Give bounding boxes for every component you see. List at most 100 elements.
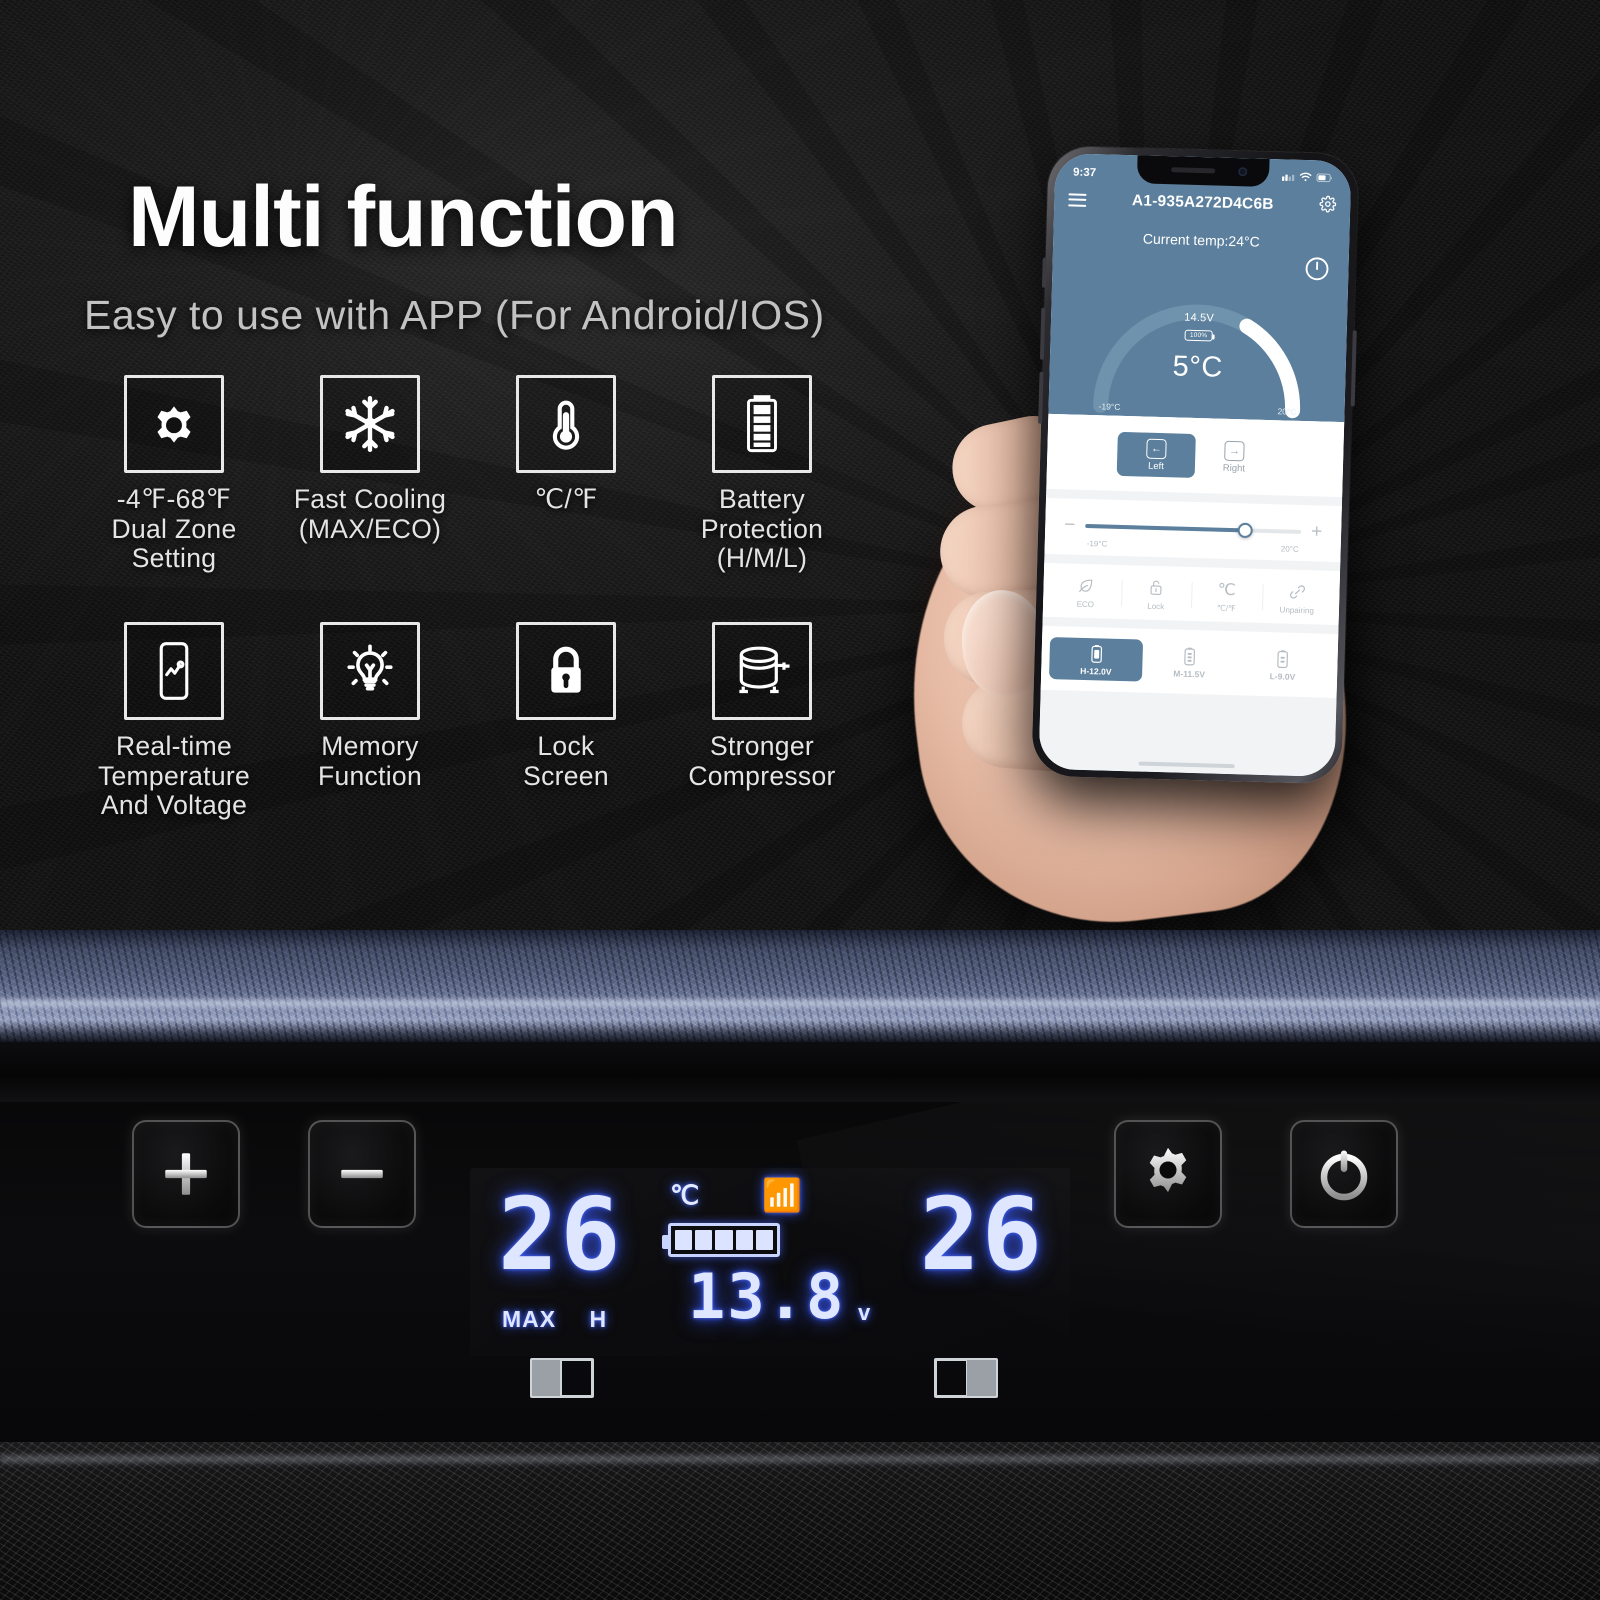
home-indicator bbox=[1138, 761, 1235, 769]
page-title: Multi function bbox=[128, 169, 679, 265]
battery-full-icon bbox=[1049, 642, 1143, 666]
gear-icon[interactable] bbox=[1319, 195, 1337, 217]
lcd-mode-row: MAX H bbox=[502, 1306, 607, 1333]
temperature-slider[interactable] bbox=[1085, 522, 1302, 538]
snowflake-icon bbox=[339, 393, 401, 455]
shadow-band bbox=[0, 1042, 1600, 1102]
voltage-level-high[interactable]: H-12.0V bbox=[1048, 637, 1144, 682]
lock-icon bbox=[539, 642, 593, 700]
zone-tab-label: Right bbox=[1222, 462, 1246, 475]
phone-chart-icon bbox=[155, 640, 193, 702]
feature-icon-box bbox=[320, 622, 420, 721]
feature-lock-screen: Lock Screen bbox=[468, 622, 664, 821]
plus-icon[interactable]: + bbox=[1310, 521, 1324, 542]
earpiece-speaker bbox=[1171, 167, 1216, 174]
feature-label: Lock Screen bbox=[523, 731, 609, 791]
feature-memory-function: Memory Function bbox=[272, 622, 468, 821]
feature-icon-box bbox=[320, 375, 420, 473]
feature-fast-cooling: Fast Cooling (MAX/ECO) bbox=[272, 375, 468, 574]
lcd-left-temp: 26 bbox=[498, 1176, 623, 1293]
feature-temp-unit: ℃/℉ bbox=[468, 375, 664, 574]
device-name: A1-935A272D4C6B bbox=[1131, 192, 1274, 214]
voltage-level-mid[interactable]: M-11.5V bbox=[1142, 640, 1236, 685]
minus-icon bbox=[341, 1169, 383, 1179]
status-icons bbox=[1281, 171, 1333, 185]
feature-icon-box bbox=[712, 375, 812, 473]
phone-notch bbox=[1136, 155, 1270, 187]
function-lock[interactable]: Lock bbox=[1120, 576, 1191, 612]
lcd-display: 26 ℃ 📶 13.8 v MAX H 26 bbox=[470, 1168, 1070, 1356]
zone-selector: ← Left → Right bbox=[1046, 413, 1345, 498]
compressor-icon bbox=[730, 643, 794, 699]
wifi-icon bbox=[1299, 172, 1312, 185]
gauge-battery-badge: 100% bbox=[1184, 329, 1213, 342]
feature-icon-box bbox=[712, 622, 812, 721]
lcd-unit: ℃ bbox=[670, 1180, 700, 1210]
function-unpairing[interactable]: Unpairing bbox=[1261, 580, 1332, 616]
feature-icon-box bbox=[124, 375, 224, 473]
front-camera bbox=[1238, 167, 1248, 177]
minus-icon[interactable]: − bbox=[1063, 514, 1077, 535]
hamburger-icon[interactable] bbox=[1068, 192, 1087, 207]
hand-holding-phone: 9:37 A1-935A272D4C6B Current temp:24°C 1… bbox=[884, 120, 1600, 945]
zone-tab-left[interactable]: ← Left bbox=[1116, 431, 1196, 478]
battery-protection-levels: H-12.0V M-11.5V L-9.0V bbox=[1040, 625, 1339, 699]
zone-indicator-right bbox=[934, 1358, 998, 1398]
status-time: 9:37 bbox=[1072, 165, 1097, 179]
minus-button[interactable] bbox=[308, 1120, 416, 1228]
function-label: Unpairing bbox=[1279, 605, 1314, 616]
battery-low-icon bbox=[1236, 647, 1330, 671]
thermometer-icon bbox=[537, 395, 595, 453]
page-subtitle: Easy to use with APP (For Android/IOS) bbox=[84, 292, 825, 338]
power-icon bbox=[1320, 1150, 1368, 1201]
slider-min-label: -19°C bbox=[1086, 539, 1108, 549]
gauge-min-label: -19°C bbox=[1098, 401, 1121, 412]
feature-row-1: -4℉-68℉ Dual Zone Setting Fast Cooling (… bbox=[76, 375, 936, 574]
function-label: Lock bbox=[1147, 601, 1165, 612]
lcd-voltage-suffix: v bbox=[858, 1300, 871, 1325]
feature-grid: -4℉-68℉ Dual Zone Setting Fast Cooling (… bbox=[76, 375, 936, 821]
lcd-level-label: H bbox=[589, 1306, 608, 1332]
gear-icon bbox=[1149, 1147, 1187, 1193]
feature-label: Fast Cooling (MAX/ECO) bbox=[293, 484, 447, 544]
arrow-right-icon: → bbox=[1224, 440, 1245, 462]
app-controls-section: ← Left → Right − + -19°C 20°C ECO Lock ℃… bbox=[1038, 413, 1345, 778]
feature-label: Stronger Compressor bbox=[688, 731, 836, 791]
voltage-level-low[interactable]: L-9.0V bbox=[1236, 642, 1330, 687]
feature-realtime-temp: Real-time Temperature And Voltage bbox=[76, 622, 272, 821]
bottom-textured-surface bbox=[0, 1442, 1600, 1600]
voltage-level-label: L-9.0V bbox=[1269, 671, 1296, 682]
battery-mid-icon bbox=[1143, 645, 1237, 669]
feature-label: Battery Protection (H/M/L) bbox=[700, 484, 824, 574]
lcd-voltage: 13.8 bbox=[688, 1260, 846, 1333]
feature-icon-box bbox=[124, 622, 224, 721]
voltage-level-label: H-12.0V bbox=[1080, 665, 1112, 677]
blue-leather-trim bbox=[0, 930, 1600, 1042]
fridge-control-app: 9:37 A1-935A272D4C6B Current temp:24°C 1… bbox=[1038, 152, 1352, 778]
slider-fill bbox=[1085, 523, 1246, 532]
feature-battery-protection: Battery Protection (H/M/L) bbox=[664, 375, 860, 574]
gear-button[interactable] bbox=[1114, 1120, 1222, 1228]
app-header-section: 9:37 A1-935A272D4C6B Current temp:24°C 1… bbox=[1048, 152, 1352, 423]
bluetooth-icon: 📶 bbox=[762, 1177, 802, 1213]
function-label: ℃/℉ bbox=[1216, 603, 1236, 614]
feature-icon-box bbox=[516, 622, 616, 721]
temperature-gauge: 14.5V 100% 5°C -19°C 20°C bbox=[1048, 246, 1349, 422]
function-eco[interactable]: ECO bbox=[1050, 574, 1121, 610]
function-unit-toggle[interactable]: ℃ ℃/℉ bbox=[1191, 578, 1262, 614]
feature-stronger-compressor: Stronger Compressor bbox=[664, 622, 860, 821]
temperature-slider-card: − + -19°C 20°C bbox=[1044, 497, 1342, 563]
slider-knob[interactable] bbox=[1237, 522, 1253, 538]
lock-icon bbox=[1121, 576, 1192, 600]
lightbulb-icon bbox=[341, 642, 399, 700]
battery-icon bbox=[742, 393, 782, 455]
power-button[interactable] bbox=[1290, 1120, 1398, 1228]
feature-dual-zone: -4℉-68℉ Dual Zone Setting bbox=[76, 375, 272, 574]
gear-icon bbox=[145, 395, 203, 453]
feature-icon-box bbox=[516, 375, 616, 473]
plus-button[interactable] bbox=[132, 1120, 240, 1228]
zone-tab-right[interactable]: → Right bbox=[1195, 434, 1274, 480]
smartphone: 9:37 A1-935A272D4C6B Current temp:24°C 1… bbox=[1031, 145, 1359, 785]
phone-mute-switch bbox=[1041, 257, 1047, 288]
slider-max-label: 20°C bbox=[1280, 544, 1299, 554]
